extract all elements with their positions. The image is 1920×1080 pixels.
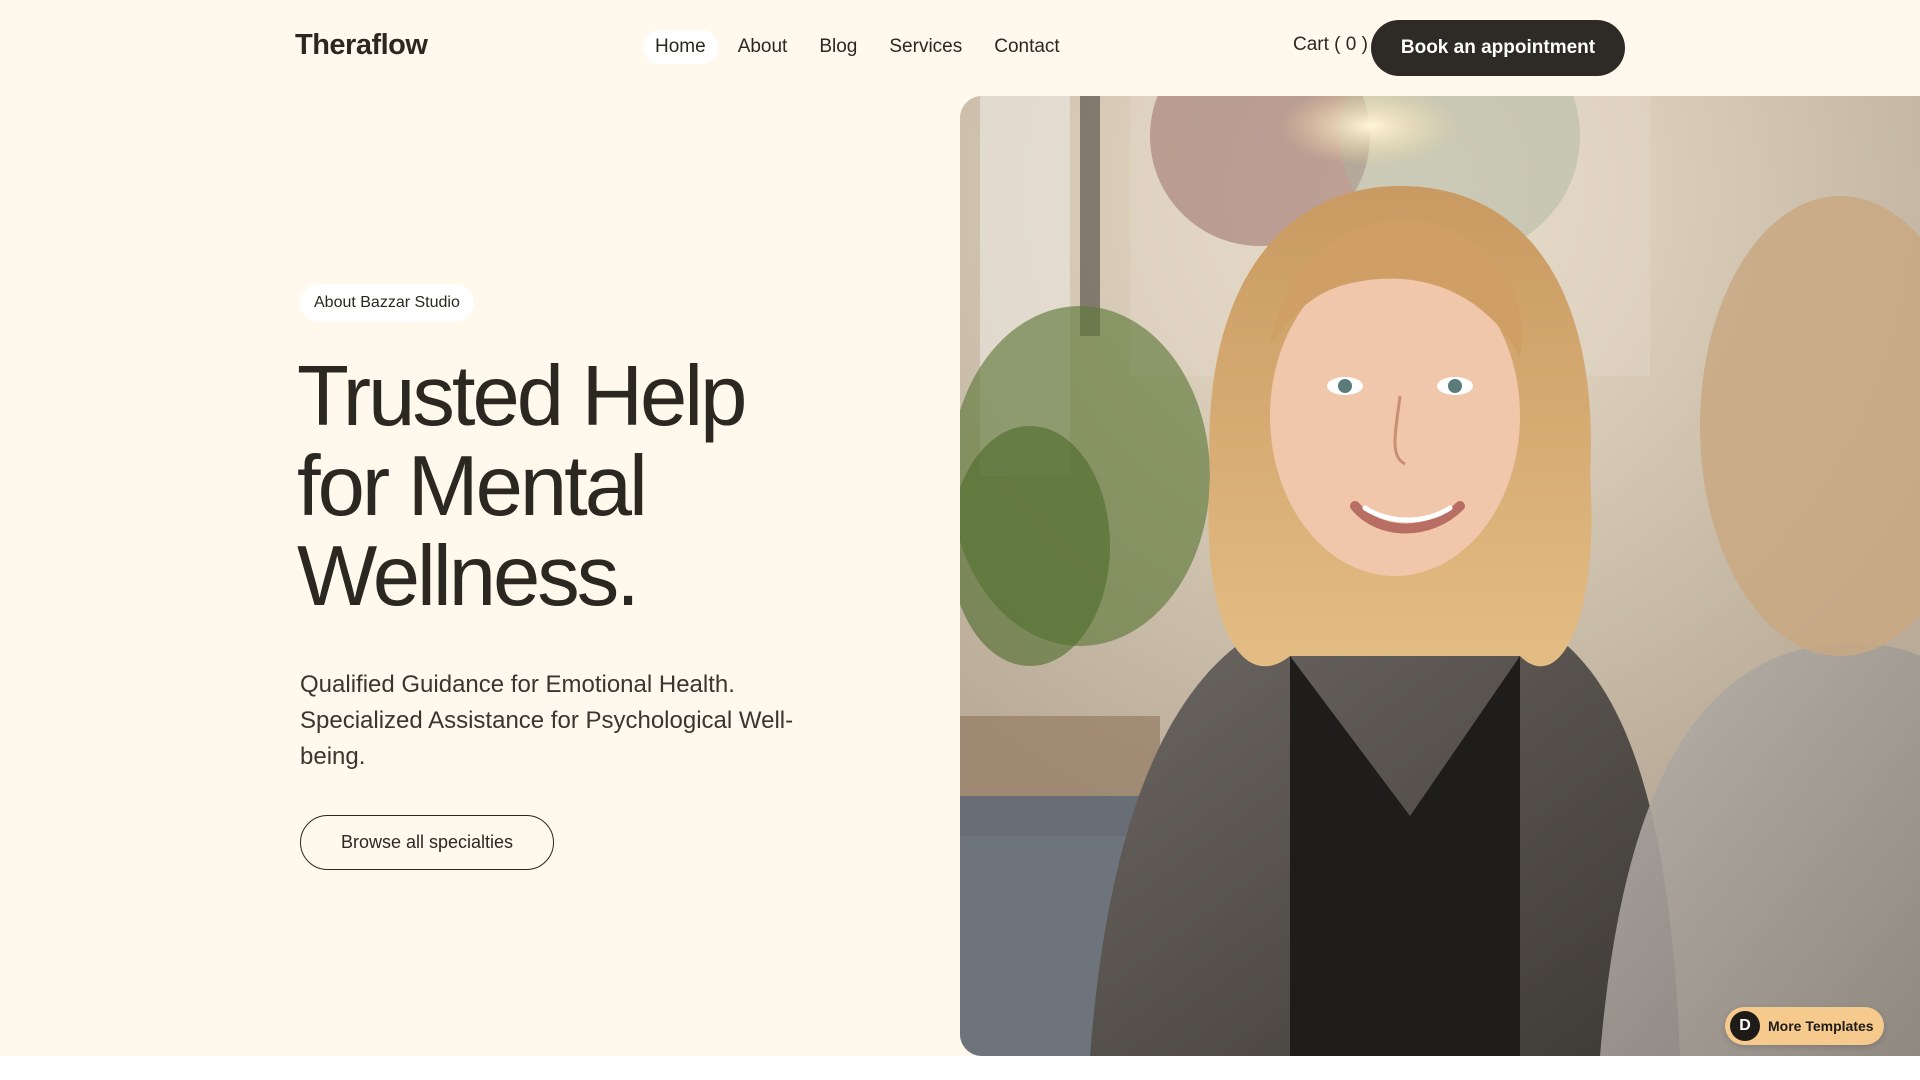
hero-subtext: Qualified Guidance for Emotional Health.… — [300, 671, 794, 770]
hero-photo-illustration — [960, 96, 1920, 1056]
nav-item-home[interactable]: Home — [643, 30, 718, 64]
main-nav: Home About Blog Services Contact — [643, 30, 1072, 64]
framer-d-icon: D — [1730, 1011, 1760, 1041]
nav-item-contact[interactable]: Contact — [982, 30, 1071, 64]
eyebrow-pill: About Bazzar Studio — [300, 284, 474, 322]
nav-item-services[interactable]: Services — [877, 30, 974, 64]
nav-item-about[interactable]: About — [726, 30, 800, 64]
more-templates-badge[interactable]: D More Templates — [1725, 1007, 1884, 1045]
book-appointment-button[interactable]: Book an appointment — [1371, 20, 1625, 76]
browse-specialties-button[interactable]: Browse all specialties — [300, 815, 554, 870]
hero-photo — [960, 96, 1920, 1056]
page: Theraflow Home About Blog Services Conta… — [0, 0, 1920, 1056]
hero-headline: Trusted Help for Mental Wellness. — [297, 349, 747, 624]
nav-item-blog[interactable]: Blog — [807, 30, 869, 64]
more-templates-label: More Templates — [1768, 1018, 1874, 1034]
cart-link[interactable]: Cart ( 0 ) — [1293, 34, 1368, 56]
brand-logo[interactable]: Theraflow — [295, 29, 428, 62]
